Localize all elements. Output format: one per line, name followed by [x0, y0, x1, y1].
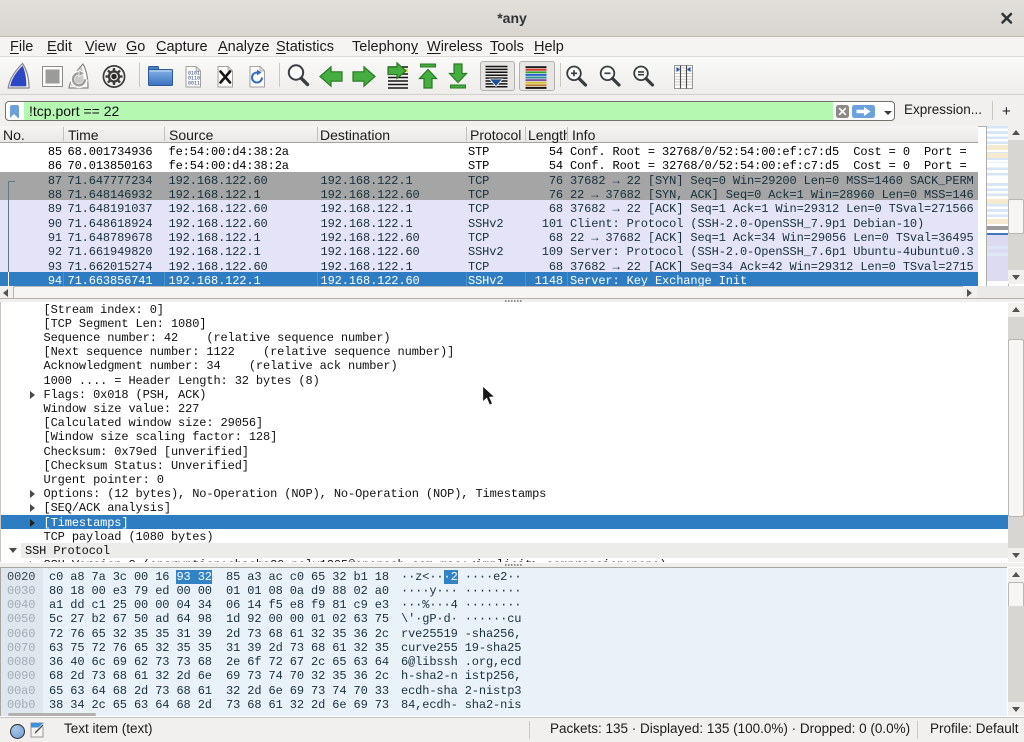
svg-text:0011: 0011	[188, 81, 200, 87]
